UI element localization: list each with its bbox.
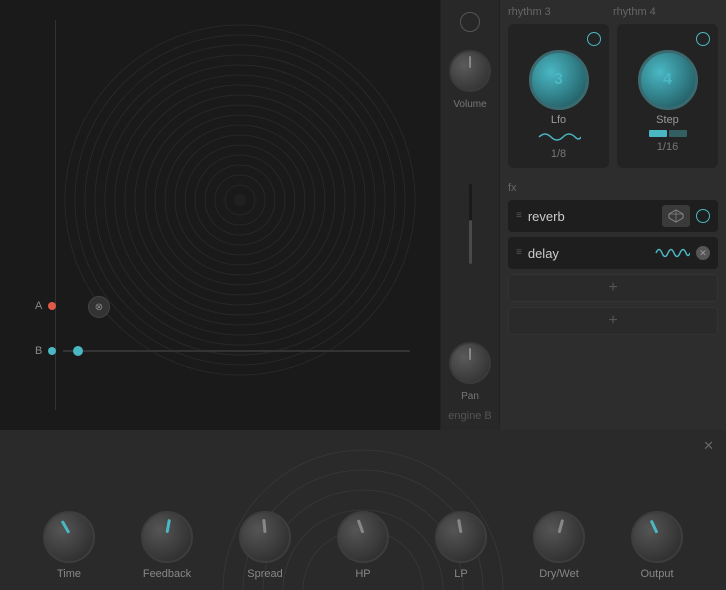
rhythm3-panel: 3 Lfo 1/8 [508,24,609,168]
rhythm4-mode: Step [656,114,679,126]
vinyl-area: A ⊗ B [0,0,440,430]
label-b: B [35,345,42,357]
rhythm3-mode: Lfo [551,114,566,126]
drywet-label: Dry/Wet [539,568,579,580]
pan-label: Pan [461,391,479,402]
label-a: A [35,300,42,312]
bottom-section: ✕ Time Feedback Spread HP [0,430,726,590]
b-slider-track[interactable] [63,350,410,352]
center-power-button[interactable] [460,12,480,32]
output-label: Output [640,568,673,580]
bottom-controls: Time Feedback Spread HP LP [0,430,726,590]
reverb-cube-icon [668,209,684,223]
spread-label: Spread [247,568,282,580]
dot-b [48,347,56,355]
time-knob-group: Time [43,511,95,580]
main-container: A ⊗ B Volume Pan engine B [0,0,726,590]
x-crosshair-icon[interactable]: ⊗ [88,296,110,318]
center-column: Volume Pan engine B [440,0,500,430]
fx-reverb-item[interactable]: ≡ reverb [508,200,718,232]
bottom-close-button[interactable]: ✕ [703,438,714,454]
top-section: A ⊗ B Volume Pan engine B [0,0,726,430]
reverb-power[interactable] [696,209,710,223]
delay-menu-icon: ≡ [516,248,522,258]
rhythm4-knob[interactable]: 4 [638,50,698,110]
step-bar-2 [669,130,687,137]
volume-knob[interactable] [449,50,491,92]
volume-slider-track[interactable] [469,184,472,264]
vinyl-graphic [55,15,425,385]
drywet-knob-group: Dry/Wet [533,511,585,580]
rhythm3-title: rhythm 3 [508,6,613,18]
reverb-menu-icon: ≡ [516,211,522,221]
hp-knob[interactable] [337,511,389,563]
delay-close-btn[interactable]: ✕ [696,246,710,260]
rhythm-panels: 3 Lfo 1/8 [500,18,726,176]
time-label: Time [57,568,81,580]
b-slider-thumb[interactable] [73,346,83,356]
rhythm3-value: 1/8 [551,148,566,160]
fx-add-button-1[interactable]: + [508,274,718,302]
step-pattern [649,130,687,137]
feedback-knob[interactable] [141,511,193,563]
delay-name: delay [528,246,648,261]
lfo-wave-icon [537,129,581,145]
rhythm4-power[interactable] [696,32,710,46]
drywet-knob[interactable] [533,511,585,563]
rhythm4-title: rhythm 4 [613,6,718,18]
lp-knob-group: LP [435,511,487,580]
engine-b-label: engine B [448,402,491,422]
rhythm4-knob-container: 4 [638,50,698,110]
rhythm-headers: rhythm 3 rhythm 4 [500,0,726,18]
lp-label: LP [454,568,467,580]
rhythm4-value: 1/16 [657,141,678,153]
feedback-label: Feedback [143,568,191,580]
volume-slider-fill [469,220,472,264]
dot-a [48,302,56,310]
fx-add-button-2[interactable]: + [508,307,718,335]
right-main-panel: rhythm 3 rhythm 4 3 Lfo [500,0,726,430]
pan-knob[interactable] [449,342,491,384]
rhythm4-panel: 4 Step 1/16 [617,24,718,168]
fx-delay-item[interactable]: ≡ delay ✕ [508,237,718,269]
hp-knob-group: HP [337,511,389,580]
reverb-icon-box [662,205,690,227]
spread-knob-group: Spread [239,511,291,580]
hp-label: HP [355,568,370,580]
time-knob[interactable] [43,511,95,563]
rhythm4-number: 4 [663,71,672,89]
step-bar-1 [649,130,667,137]
output-knob[interactable] [631,511,683,563]
output-knob-group: Output [631,511,683,580]
rhythm3-number: 3 [554,71,563,89]
reverb-name: reverb [528,209,656,224]
delay-wave-icon [654,242,690,264]
rhythm3-knob[interactable]: 3 [529,50,589,110]
rhythm3-power[interactable] [587,32,601,46]
rhythm3-knob-container: 3 [529,50,589,110]
fx-label: fx [508,182,718,194]
lp-knob[interactable] [435,511,487,563]
volume-label: Volume [453,99,486,110]
spread-knob[interactable] [239,511,291,563]
fx-section: fx ≡ reverb ≡ [500,176,726,430]
feedback-knob-group: Feedback [141,511,193,580]
